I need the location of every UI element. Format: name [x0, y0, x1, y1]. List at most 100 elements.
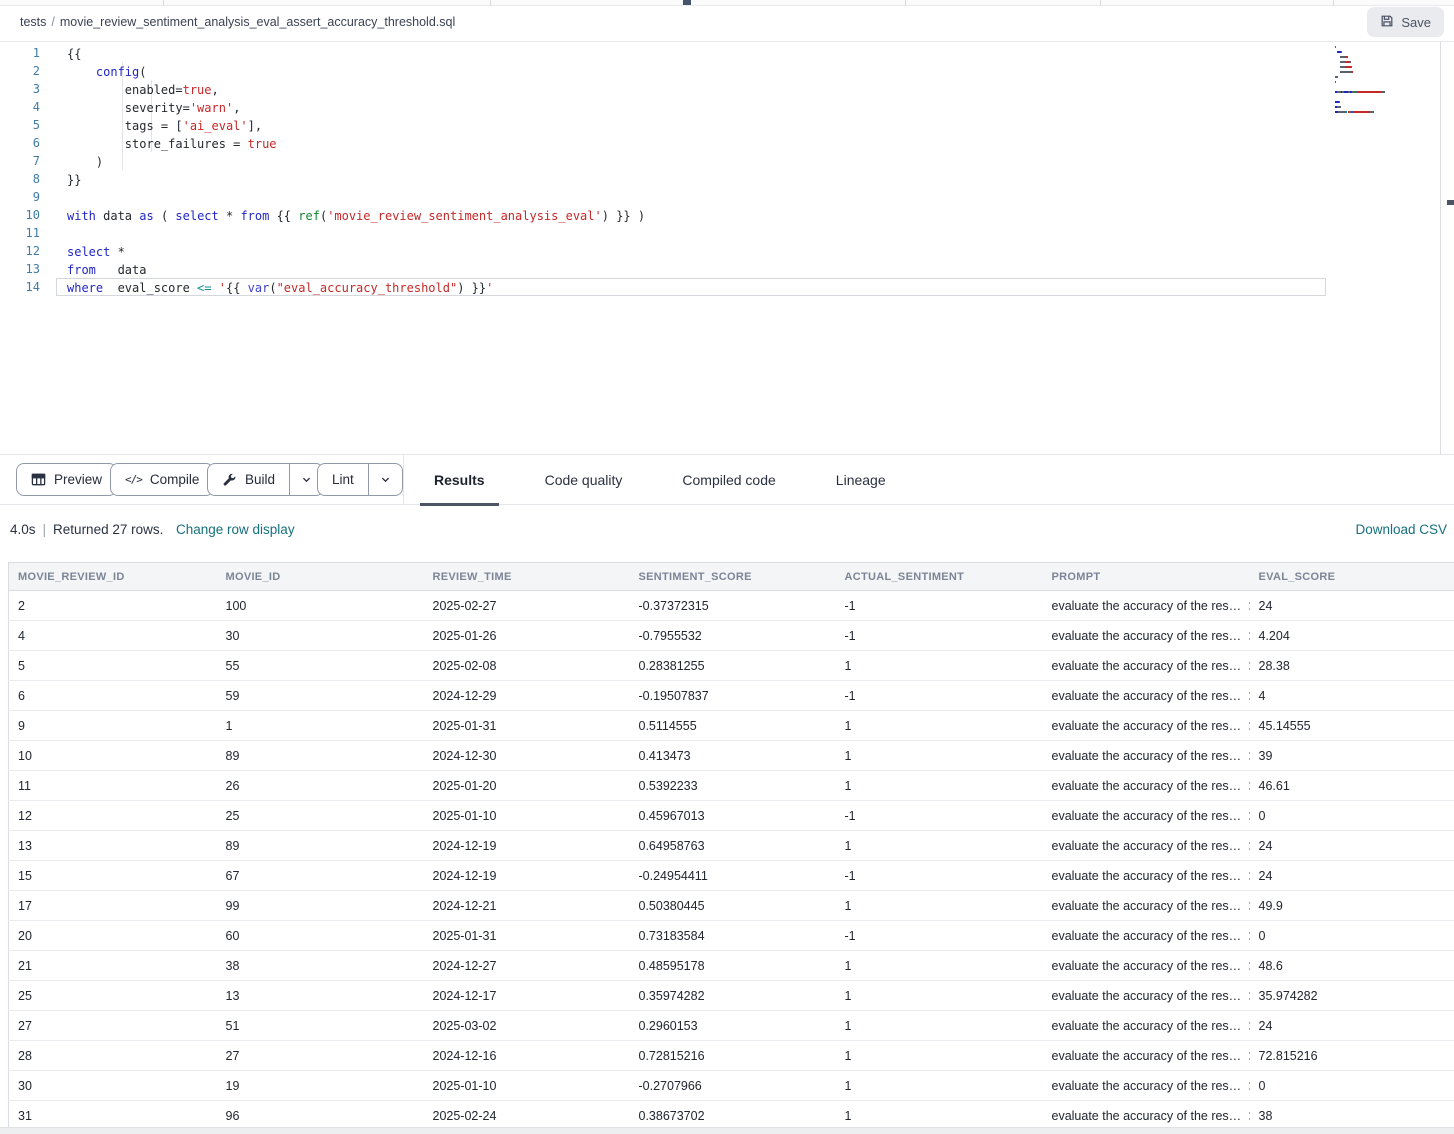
- expand-chevron-icon[interactable]: [1246, 781, 1249, 791]
- line-number: 1: [0, 44, 40, 62]
- line-number: 3: [0, 80, 40, 98]
- table-cell: 11: [9, 771, 217, 801]
- code-line[interactable]: [56, 224, 1326, 242]
- table-cell: 0.73183584: [630, 921, 836, 951]
- prompt-text: evaluate the accuracy of the res…: [1052, 1049, 1242, 1063]
- expand-chevron-icon[interactable]: [1246, 1051, 1249, 1061]
- table-cell: 2024-12-30: [424, 741, 630, 771]
- compile-button[interactable]: </> Compile: [110, 463, 214, 496]
- editor-minimap[interactable]: [1335, 46, 1435, 116]
- table-cell: 2025-02-24: [424, 1101, 630, 1131]
- table-cell: 25: [9, 981, 217, 1011]
- table-cell: 1: [836, 891, 1043, 921]
- expand-chevron-icon[interactable]: [1246, 991, 1249, 1001]
- expand-chevron-icon[interactable]: [1246, 811, 1249, 821]
- expand-chevron-icon[interactable]: [1246, 1081, 1249, 1091]
- file-header-bar: tests/movie_review_sentiment_analysis_ev…: [0, 6, 1454, 42]
- expand-chevron-icon[interactable]: [1246, 661, 1249, 671]
- table-cell: 0: [1250, 1071, 1454, 1101]
- expand-chevron-icon[interactable]: [1246, 691, 1249, 701]
- table-cell: 51: [217, 1011, 424, 1041]
- expand-chevron-icon[interactable]: [1246, 601, 1249, 611]
- breadcrumb-folder[interactable]: tests: [20, 15, 46, 29]
- expand-chevron-icon[interactable]: [1246, 871, 1249, 881]
- line-number: 12: [0, 242, 40, 260]
- expand-chevron-icon[interactable]: [1246, 1021, 1249, 1031]
- change-row-display-link[interactable]: Change row display: [176, 522, 295, 537]
- prompt-cell: evaluate the accuracy of the res…: [1043, 1041, 1250, 1071]
- minimap-divider: [1440, 42, 1441, 454]
- expand-chevron-icon[interactable]: [1246, 1111, 1249, 1121]
- line-number: 11: [0, 224, 40, 242]
- column-header: PROMPT: [1043, 563, 1250, 591]
- download-csv-link[interactable]: Download CSV: [1355, 522, 1447, 537]
- expand-chevron-icon[interactable]: [1246, 901, 1249, 911]
- table-cell: 49.9: [1250, 891, 1454, 921]
- prompt-cell: evaluate the accuracy of the res…: [1043, 891, 1250, 921]
- code-line[interactable]: [56, 188, 1326, 206]
- table-cell: -1: [836, 681, 1043, 711]
- code-line[interactable]: enabled=true,: [56, 80, 1326, 98]
- table-cell: 24: [1250, 1011, 1454, 1041]
- table-cell: 2024-12-16: [424, 1041, 630, 1071]
- preview-button[interactable]: Preview: [16, 463, 117, 496]
- code-line[interactable]: with data as ( select * from {{ ref('mov…: [56, 206, 1326, 224]
- table-cell: 2024-12-21: [424, 891, 630, 921]
- table-cell: 0: [1250, 801, 1454, 831]
- table-cell: 6: [9, 681, 217, 711]
- horizontal-scrollbar[interactable]: [0, 1127, 1454, 1134]
- code-editor[interactable]: 1234567891011121314 {{ config( enabled=t…: [0, 42, 1454, 454]
- table-cell: -0.19507837: [630, 681, 836, 711]
- line-number: 14: [0, 278, 40, 296]
- prompt-text: evaluate the accuracy of the res…: [1052, 929, 1242, 943]
- expand-chevron-icon[interactable]: [1246, 751, 1249, 761]
- tab-lineage[interactable]: Lineage: [822, 455, 900, 505]
- table-cell: 0.28381255: [630, 651, 836, 681]
- lint-dropdown-caret[interactable]: [369, 464, 402, 495]
- expand-chevron-icon[interactable]: [1246, 721, 1249, 731]
- table-cell: 55: [217, 651, 424, 681]
- code-line[interactable]: store_failures = true: [56, 134, 1326, 152]
- editor-scrollbar-marker[interactable]: [1447, 200, 1454, 205]
- table-cell: 9: [9, 711, 217, 741]
- table-cell: -1: [836, 801, 1043, 831]
- build-button[interactable]: Build: [207, 463, 324, 496]
- code-line[interactable]: }}: [56, 170, 1326, 188]
- prompt-cell: evaluate the accuracy of the res…: [1043, 831, 1250, 861]
- table-cell: -1: [836, 921, 1043, 951]
- code-line[interactable]: {{: [56, 44, 1326, 62]
- results-table: MOVIE_REVIEW_IDMOVIE_IDREVIEW_TIMESENTIM…: [8, 562, 1454, 1131]
- code-line[interactable]: config(: [56, 62, 1326, 80]
- expand-chevron-icon[interactable]: [1246, 631, 1249, 641]
- tab-code-quality[interactable]: Code quality: [531, 455, 637, 505]
- table-cell: 48.6: [1250, 951, 1454, 981]
- lint-button[interactable]: Lint: [317, 463, 403, 496]
- expand-chevron-icon[interactable]: [1246, 961, 1249, 971]
- expand-chevron-icon[interactable]: [1246, 841, 1249, 851]
- table-cell: 4: [1250, 681, 1454, 711]
- code-line[interactable]: tags = ['ai_eval'],: [56, 116, 1326, 134]
- table-row: 31962025-02-240.386737021evaluate the ac…: [9, 1101, 1454, 1131]
- table-cell: 1: [836, 1101, 1043, 1131]
- toolbar-divider: [403, 455, 404, 504]
- line-number: 9: [0, 188, 40, 206]
- tab-compiled-code[interactable]: Compiled code: [668, 455, 789, 505]
- code-line[interactable]: from data: [56, 260, 1326, 278]
- table-cell: 1: [836, 951, 1043, 981]
- prompt-text: evaluate the accuracy of the res…: [1052, 1109, 1242, 1123]
- prompt-text: evaluate the accuracy of the res…: [1052, 1019, 1242, 1033]
- table-cell: -1: [836, 591, 1043, 621]
- code-line[interactable]: where eval_score <= '{{ var("eval_accura…: [56, 278, 1326, 296]
- table-cell: 24: [1250, 591, 1454, 621]
- line-number: 8: [0, 170, 40, 188]
- code-line[interactable]: severity='warn',: [56, 98, 1326, 116]
- code-content[interactable]: {{ config( enabled=true, severity='warn'…: [56, 44, 1326, 296]
- table-cell: 0.45967013: [630, 801, 836, 831]
- save-button[interactable]: Save: [1367, 7, 1444, 37]
- table-cell: 0.35974282: [630, 981, 836, 1011]
- line-number: 10: [0, 206, 40, 224]
- expand-chevron-icon[interactable]: [1246, 931, 1249, 941]
- tab-results[interactable]: Results: [420, 455, 499, 505]
- code-line[interactable]: select *: [56, 242, 1326, 260]
- code-line[interactable]: ): [56, 152, 1326, 170]
